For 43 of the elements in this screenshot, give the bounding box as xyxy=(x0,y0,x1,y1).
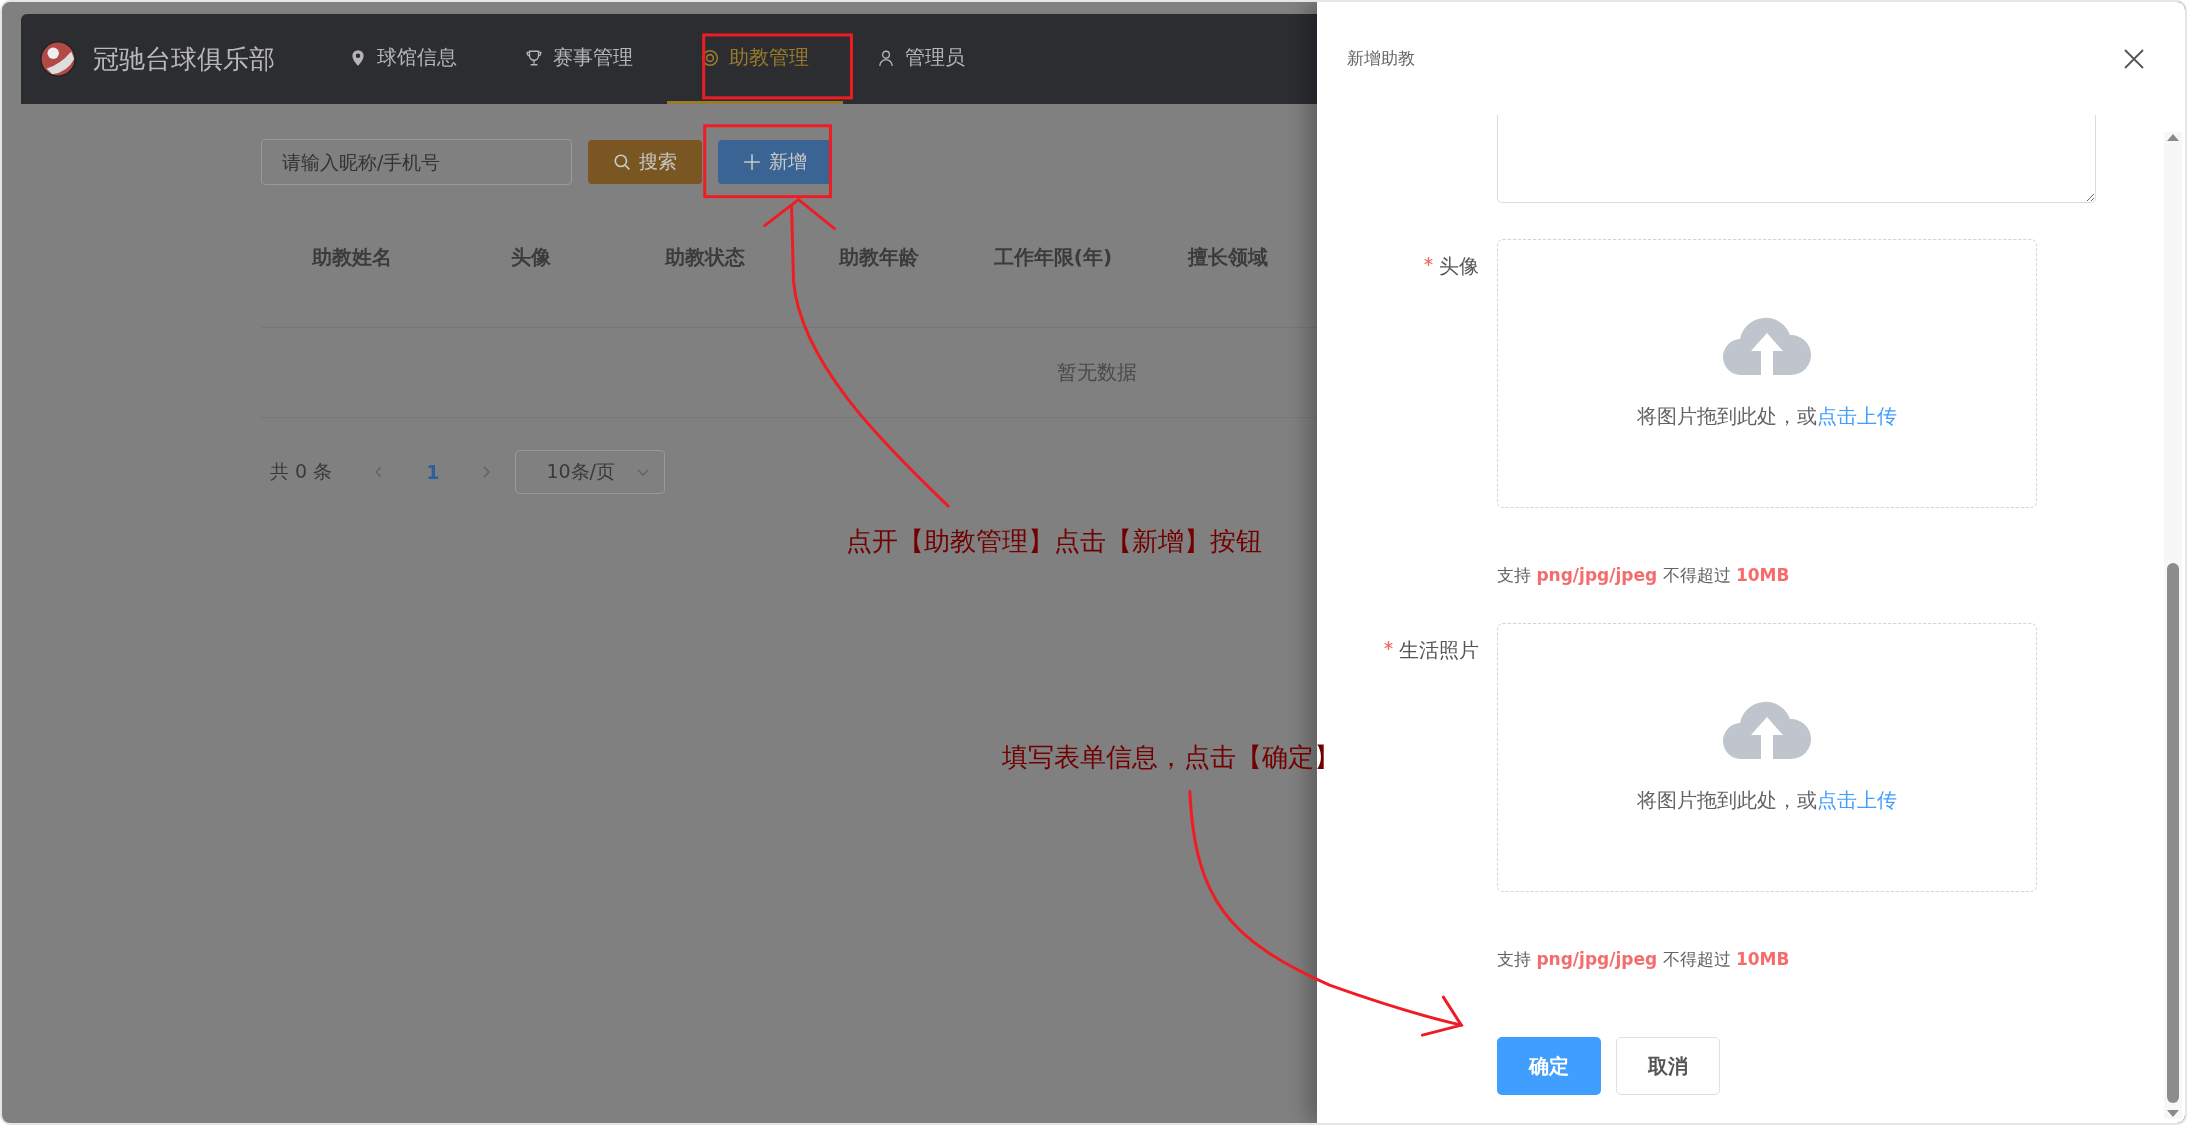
annotation-text: 填写表单信息，点击【确定】 xyxy=(1002,741,1340,774)
cancel-button[interactable]: 取消 xyxy=(1616,1037,1720,1095)
upload-tip: 支持 png/jpg/jpeg 不得超过 10MB xyxy=(1497,948,1791,971)
nav-tab[interactable]: 管理员 xyxy=(843,14,999,104)
drawer-title: 新增助教 xyxy=(1347,47,1415,70)
location-pin-icon xyxy=(349,48,367,67)
scrollbar-thumb[interactable] xyxy=(2167,563,2179,1103)
total-count: 共 0 条 xyxy=(270,459,333,484)
upload-dropzone[interactable]: 将图片拖到此处，或点击上传 xyxy=(1497,623,2037,892)
column-header: 助教姓名 xyxy=(311,243,393,271)
column-header: 工作年限(年) xyxy=(992,243,1114,271)
billiard-ball-icon xyxy=(39,40,77,78)
column-header: 擅长领域 xyxy=(1186,243,1269,271)
upload-tip: 支持 png/jpg/jpeg 不得超过 10MB xyxy=(1497,564,1791,587)
text-area-field[interactable] xyxy=(1497,115,2096,203)
page-size-select[interactable]: 10条/页 xyxy=(515,450,666,494)
scrollbar[interactable] xyxy=(2164,132,2182,1119)
confirm-button[interactable]: 确定 xyxy=(1497,1037,1601,1095)
scroll-up-icon[interactable] xyxy=(2166,132,2180,142)
user-icon xyxy=(877,48,895,67)
upload-link[interactable]: 点击上传 xyxy=(1817,404,1897,428)
scroll-down-icon[interactable] xyxy=(2166,1109,2180,1119)
upload-dropzone[interactable]: 将图片拖到此处，或点击上传 xyxy=(1497,239,2037,508)
nav-tab[interactable]: 球馆信息 xyxy=(315,14,491,104)
brand-title: 冠驰台球俱乐部 xyxy=(93,42,275,76)
nav-tab[interactable]: 赛事管理 xyxy=(491,14,667,104)
column-header: 助教年龄 xyxy=(838,243,920,271)
column-header: 助教状态 xyxy=(664,243,746,271)
upload-hint: 将图片拖到此处，或点击上传 xyxy=(1637,403,1897,430)
search-icon xyxy=(613,153,631,171)
close-icon[interactable] xyxy=(2123,47,2145,70)
column-header: 头像 xyxy=(510,243,552,271)
plus-icon xyxy=(743,153,761,171)
annotation-text: 点开【助教管理】点击【新增】按钮 xyxy=(846,525,1262,558)
nav-tab[interactable]: 助教管理 xyxy=(667,14,843,104)
search-button[interactable]: 搜索 xyxy=(588,140,702,184)
field-label: 生活照片 xyxy=(1399,637,1479,664)
field-label: 头像 xyxy=(1439,253,1479,280)
trophy-icon xyxy=(525,48,543,67)
search-field[interactable]: 请输入昵称/手机号 xyxy=(261,139,572,185)
add-button[interactable]: 新增 xyxy=(718,140,832,184)
upload-hint: 将图片拖到此处，或点击上传 xyxy=(1637,787,1897,814)
upload-link[interactable]: 点击上传 xyxy=(1817,788,1897,812)
